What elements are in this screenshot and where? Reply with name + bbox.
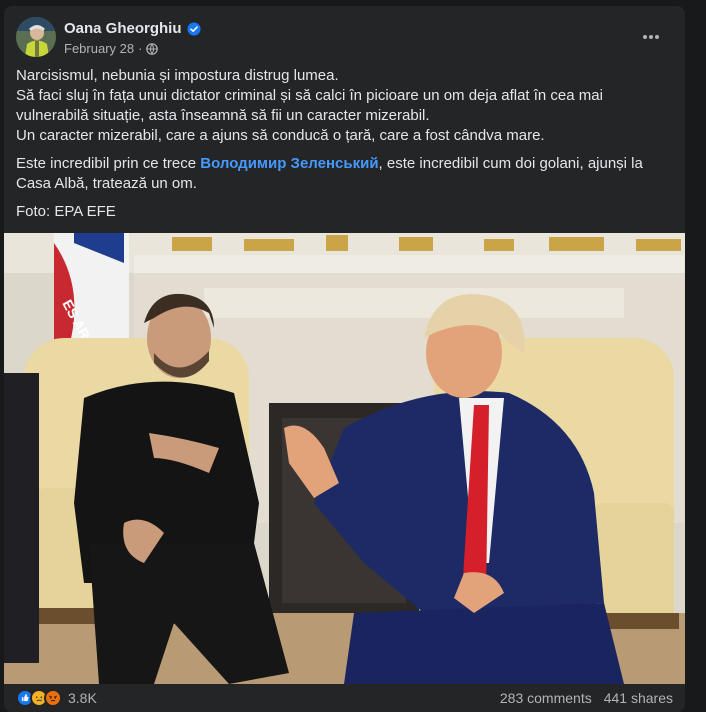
photo-credit: Foto: EPA EFE — [16, 203, 116, 220]
more-options-icon — [643, 35, 659, 39]
author-avatar[interactable] — [16, 17, 56, 57]
more-options-button[interactable] — [639, 25, 663, 49]
globe-icon — [146, 42, 159, 55]
post-date[interactable]: February 28 — [64, 41, 134, 56]
shares-count[interactable]: 441 shares — [604, 690, 673, 706]
paragraph-2-before: Este incredibil prin ce trece — [16, 155, 201, 172]
angry-icon — [44, 689, 62, 707]
author-name[interactable]: Oana Gheorghiu — [64, 20, 182, 37]
post-line-3: Un caracter mizerabil, care a ajuns să c… — [16, 127, 545, 144]
comments-count[interactable]: 283 comments — [500, 690, 592, 706]
engagement-stats: 283 comments 441 shares — [500, 690, 673, 706]
post-text: Narcisismul, nebunia și impostura distru… — [16, 66, 676, 230]
post-footer: 3.8K 283 comments 441 shares — [4, 684, 685, 712]
reaction-count[interactable]: 3.8K — [68, 690, 97, 706]
verified-badge-icon — [186, 21, 201, 36]
post-line-2: Să faci sluj în fața unui dictator crimi… — [16, 87, 603, 124]
post-line-1: Narcisismul, nebunia și impostura distru… — [16, 67, 339, 84]
post-header: Oana Gheorghiu February 28 · — [16, 17, 673, 57]
post-paragraph-1: Narcisismul, nebunia și impostura distru… — [16, 66, 676, 146]
post-paragraph-2: Este incredibil prin ce trece Володимир … — [16, 154, 676, 194]
post-card: Oana Gheorghiu February 28 · Narcisismul — [4, 6, 685, 712]
mention-link[interactable]: Володимир Зеленський — [200, 155, 378, 172]
meta-separator: · — [138, 41, 143, 56]
reactions-summary[interactable]: 3.8K — [16, 689, 97, 707]
post-photo[interactable]: ES AR — [4, 233, 685, 684]
